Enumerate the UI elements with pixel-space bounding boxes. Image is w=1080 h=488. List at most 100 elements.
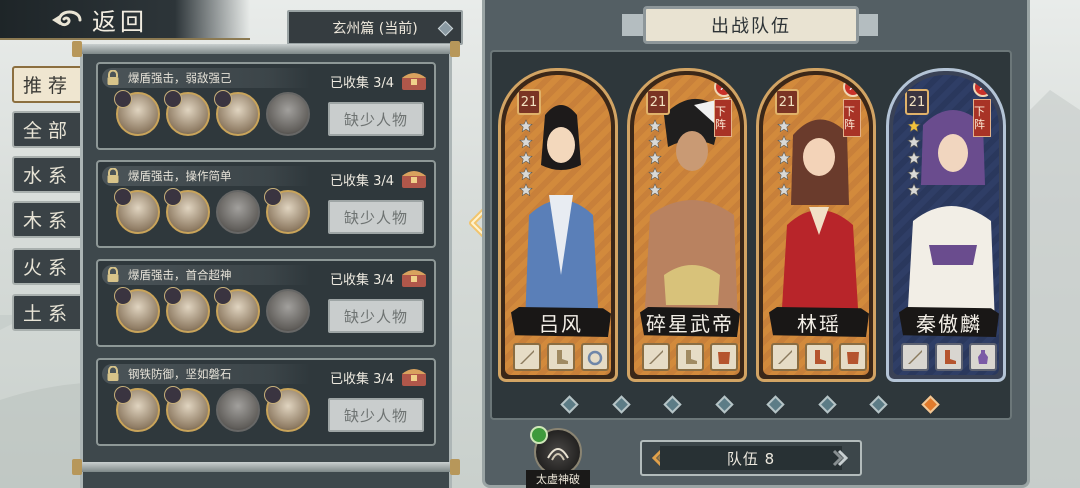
star-rating: [907, 119, 925, 199]
chevron-right-icon[interactable]: [832, 448, 852, 468]
hero-avatar[interactable]: [114, 188, 160, 234]
back-button[interactable]: 返回: [0, 0, 250, 40]
boots-equip-icon[interactable]: [935, 343, 963, 371]
hero-name: 秦傲麟: [899, 307, 999, 337]
treasure-chest-icon[interactable]: [400, 364, 428, 388]
chapter-selector[interactable]: 玄州篇 (当前): [287, 10, 463, 45]
hero-card[interactable]: 21 吕风: [498, 68, 618, 382]
level-badge: 21: [775, 89, 799, 115]
equipment-row: [513, 343, 609, 373]
hero-avatar[interactable]: [114, 386, 160, 432]
card-background: 21 ✕ 下阵 秦傲麟: [893, 75, 999, 375]
armor-equip-icon[interactable]: [839, 343, 867, 371]
missing-heroes-button[interactable]: 缺少人物: [328, 398, 424, 432]
element-badge-icon: [164, 287, 182, 305]
page-dot[interactable]: [611, 395, 631, 414]
page-dot[interactable]: [766, 395, 785, 414]
hero-card[interactable]: 21 ✕ 下阵 碎星武帝: [627, 68, 747, 382]
treasure-chest-icon[interactable]: [400, 68, 428, 92]
tab-all[interactable]: 全部: [12, 111, 84, 148]
tab-earth[interactable]: 土系: [12, 294, 84, 331]
element-badge-icon: [264, 386, 282, 404]
unassign-tag[interactable]: 下阵: [843, 99, 861, 137]
sword-equip-icon[interactable]: [771, 343, 799, 371]
chapter-label: 玄州篇 (当前): [332, 20, 418, 37]
hero-avatar[interactable]: [214, 287, 260, 333]
missing-heroes-button[interactable]: 缺少人物: [328, 102, 424, 136]
team-recommendation-row[interactable]: 钢铁防御，坚如磐石 已收集 3/4 缺少人物: [96, 358, 436, 446]
boots-equip-icon[interactable]: [547, 343, 575, 371]
hero-avatar[interactable]: [214, 90, 260, 136]
hero-avatar-missing[interactable]: [216, 388, 260, 432]
page-dot[interactable]: [869, 395, 888, 414]
boots-equip-icon[interactable]: [676, 343, 704, 371]
page-dot[interactable]: [817, 395, 837, 414]
diamond-dropdown-icon: [437, 20, 454, 37]
ring-equip-icon[interactable]: [581, 343, 609, 371]
hero-avatar[interactable]: [164, 287, 210, 333]
unassign-tag[interactable]: 下阵: [714, 99, 732, 137]
team-recommendation-row[interactable]: 爆盾强击，首合超神 已收集 3/4 缺少人物: [96, 259, 436, 347]
close-icon[interactable]: ✕: [973, 77, 993, 97]
page-dot[interactable]: [663, 395, 682, 414]
hero-avatar-missing[interactable]: [266, 92, 310, 136]
treasure-chest-icon[interactable]: [400, 265, 428, 289]
vase-equip-icon[interactable]: [969, 343, 997, 371]
hero-avatar-missing[interactable]: [266, 289, 310, 333]
sword-equip-icon[interactable]: [513, 343, 541, 371]
tab-water[interactable]: 水系: [12, 156, 84, 193]
skill-button[interactable]: 太虚神破: [526, 426, 590, 488]
collected-count: 已收集 3/4: [330, 76, 395, 91]
star-empty-icon: [777, 167, 791, 181]
sword-equip-icon[interactable]: [642, 343, 670, 371]
hero-avatar-missing[interactable]: [216, 190, 260, 234]
star-rating: [648, 119, 666, 199]
missing-heroes-button[interactable]: 缺少人物: [328, 299, 424, 333]
treasure-chest-icon[interactable]: [400, 166, 428, 190]
page-dot[interactable]: [920, 395, 940, 414]
hero-card[interactable]: 21 ✕ 下阵 秦傲麟: [886, 68, 1006, 382]
hero-avatar[interactable]: [264, 386, 310, 432]
element-badge-icon: [214, 287, 232, 305]
page-dot[interactable]: [560, 395, 579, 414]
star-empty-icon: [519, 151, 533, 165]
star-empty-icon: [648, 151, 662, 165]
star-empty-icon: [519, 167, 533, 181]
sword-equip-icon[interactable]: [901, 343, 929, 371]
hero-avatar[interactable]: [114, 90, 160, 136]
armor-equip-icon[interactable]: [710, 343, 738, 371]
close-icon[interactable]: ✕: [714, 77, 734, 97]
hero-avatar[interactable]: [264, 188, 310, 234]
hero-avatar[interactable]: [164, 386, 210, 432]
card-background: 21 ✕ 下阵 林瑶: [763, 75, 869, 375]
level-badge: 21: [646, 89, 670, 115]
skill-label: 太虚神破: [526, 470, 590, 488]
close-icon[interactable]: ✕: [843, 77, 863, 97]
collected-count: 已收集 3/4: [330, 372, 395, 387]
element-badge-icon: [214, 90, 232, 108]
star-empty-icon: [648, 135, 662, 149]
collected-count: 已收集 3/4: [330, 273, 395, 288]
element-badge-icon: [164, 386, 182, 404]
row-description: 爆盾强击，首合超神: [128, 268, 232, 282]
star-empty-icon: [648, 183, 662, 197]
missing-heroes-button[interactable]: 缺少人物: [328, 200, 424, 234]
boots-equip-icon[interactable]: [805, 343, 833, 371]
tab-label: 推荐: [22, 75, 73, 97]
star-empty-icon: [519, 135, 533, 149]
team-recommendation-row[interactable]: 爆盾强击，操作简单 已收集 3/4 缺少人物: [96, 160, 436, 248]
team-recommendation-row[interactable]: 爆盾强击，弱敌强己 已收集 3/4 缺少人物: [96, 62, 436, 150]
back-swirl-icon: [52, 10, 82, 27]
hero-avatar[interactable]: [164, 90, 210, 136]
yin-yang-icon: [114, 90, 132, 108]
scroll-rod-bottom: [72, 462, 460, 472]
tab-recommended[interactable]: 推荐: [12, 66, 84, 103]
tab-label: 水系: [22, 165, 73, 187]
tab-wood[interactable]: 木系: [12, 201, 84, 238]
hero-avatar[interactable]: [114, 287, 160, 333]
hero-avatar[interactable]: [164, 188, 210, 234]
unassign-tag[interactable]: 下阵: [973, 99, 991, 137]
page-dot[interactable]: [714, 395, 734, 414]
hero-card[interactable]: 21 ✕ 下阵 林瑶: [756, 68, 876, 382]
tab-fire[interactable]: 火系: [12, 248, 84, 285]
